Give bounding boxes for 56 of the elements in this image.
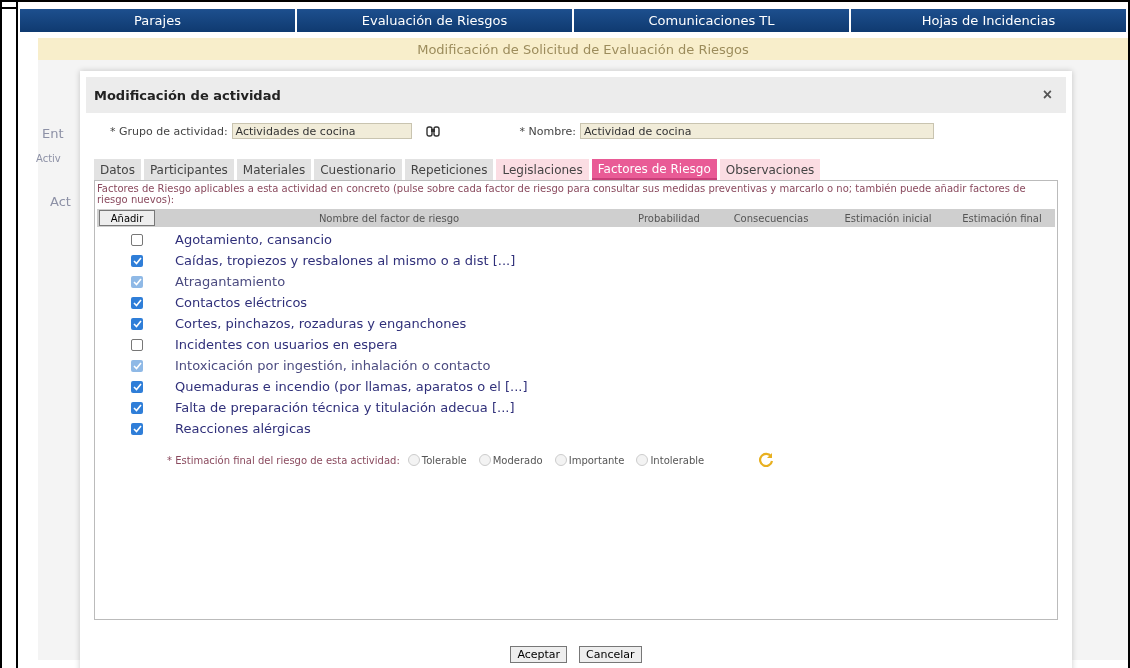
checkbox[interactable] (131, 422, 143, 435)
risk-factor-link[interactable]: Reacciones alérgicas (175, 421, 311, 436)
nav-tab[interactable]: Hojas de Incidencias (851, 9, 1128, 32)
column-header: Consecuencias (732, 212, 810, 224)
field-label: * Grupo de actividad: (110, 124, 228, 138)
risk-factor-link[interactable]: Agotamiento, cansancio (175, 232, 333, 247)
page-title: Modificación de Solicitud de Evaluación de Riesgos (38, 38, 1128, 60)
tab[interactable]: Observaciones (719, 159, 821, 180)
radio-button[interactable] (407, 454, 420, 466)
binoculars-icon[interactable] (425, 124, 440, 138)
column-header: Estimación inicial (843, 212, 933, 224)
radio-button[interactable] (478, 454, 491, 466)
background-text: Act (50, 194, 71, 209)
dialog-button[interactable]: Aceptar (510, 646, 568, 663)
checkbox[interactable] (131, 233, 143, 246)
background-tab-label: Ent (42, 126, 64, 141)
checkbox[interactable] (131, 401, 143, 414)
radio-button[interactable] (554, 454, 567, 466)
risk-factor-link[interactable]: Caídas, tropiezos y resbalones al mismo o a dist [...] (175, 253, 516, 268)
text-field[interactable]: Actividad de cocina (580, 123, 935, 139)
background-header-text: Activ (36, 153, 61, 164)
column-header: Estimación final (961, 212, 1043, 224)
field-label: * Nombre: (519, 124, 577, 138)
radio-label: Importante (568, 454, 625, 466)
tab[interactable]: Datos (94, 159, 141, 180)
radio-label: Tolerable (421, 454, 467, 466)
tab[interactable]: Cuestionario (314, 159, 402, 180)
dialog-title: Modificación de actividad (94, 87, 281, 103)
column-header: Probabilidad (637, 212, 701, 224)
estimate-label: * Estimación final del riesgo de esta actividad: (167, 454, 400, 466)
text-field[interactable]: Actividades de cocina (231, 123, 412, 139)
risk-factor-link[interactable]: Quemaduras e incendio (por llamas, aparatos o el [...] (175, 379, 528, 394)
nav-tab[interactable]: Evaluación de Riesgos (297, 9, 574, 32)
radio-label: Intolerable (650, 454, 705, 466)
tab[interactable]: Materiales (236, 159, 312, 180)
checkbox[interactable] (131, 254, 143, 267)
risk-factor-link[interactable]: Incidentes con usuarios en espera (175, 337, 398, 352)
intro-text: Factores de Riesgo aplicables a esta actividad en concreto (pulse sobre cada factor de riesgo para consultar sus medidas preventivas y marcarlo o no; también puede añadir factores de riesgo nuevos): (96, 182, 1027, 207)
dialog-button[interactable]: Cancelar (579, 646, 642, 663)
checkbox[interactable] (131, 296, 143, 309)
radio-button[interactable] (636, 454, 649, 466)
radio-label: Moderado (492, 454, 543, 466)
checkbox[interactable] (131, 338, 143, 351)
add-button[interactable]: Añadir (99, 210, 155, 226)
tab[interactable]: Legislaciones (496, 159, 589, 180)
nav-tab[interactable]: Comunicaciones TL (574, 9, 851, 32)
risk-factor-link[interactable]: Contactos eléctricos (175, 295, 308, 310)
close-button[interactable]: × (1040, 87, 1054, 103)
tab[interactable]: Participantes (143, 159, 234, 180)
checkbox[interactable] (131, 317, 143, 330)
column-header: Nombre del factor de riesgo (317, 212, 461, 224)
checkbox[interactable] (131, 380, 143, 393)
risk-factor-link[interactable]: Cortes, pinchazos, rozaduras y enganchones (175, 316, 467, 331)
nav-tab[interactable]: Parajes (20, 9, 297, 32)
risk-factor-link[interactable]: Falta de preparación técnica y titulación adecua [...] (175, 400, 515, 415)
tab[interactable]: Repeticiones (404, 159, 494, 180)
